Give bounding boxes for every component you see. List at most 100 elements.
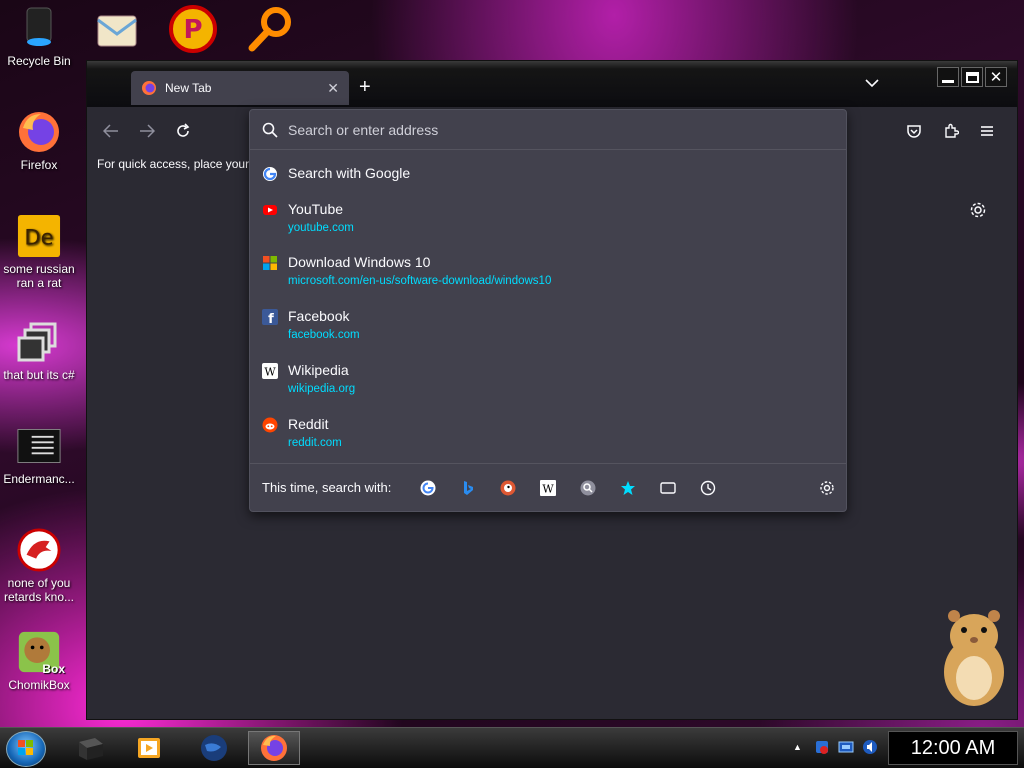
urlbar-popup: Search with Google YouTube youtube.com D… [249, 109, 847, 512]
pocket-icon [907, 125, 921, 138]
media-player-icon [138, 738, 160, 758]
tray-app-icon[interactable] [814, 739, 830, 755]
taskbar: ▲ 12:00 AM [0, 727, 1024, 768]
history-clock-icon[interactable] [699, 479, 717, 497]
menu-button[interactable] [975, 121, 999, 141]
desktop-icon-none-of-you[interactable]: none of you retards kno... [0, 528, 78, 604]
svg-text:De: De [24, 225, 53, 250]
svg-text:P: P [183, 15, 202, 45]
facebook-icon: f [262, 309, 278, 325]
start-button[interactable] [6, 731, 46, 767]
red-dragon-app-icon [17, 528, 61, 572]
suggestion-row[interactable]: YouTube youtube.com [250, 200, 846, 236]
back-button[interactable] [99, 121, 123, 141]
tray-expand-icon[interactable]: ▲ [793, 742, 802, 752]
desktop-icon-csharp[interactable]: that but its c# [0, 320, 78, 382]
windows-stack-icon [17, 320, 61, 364]
customize-gear-icon[interactable] [969, 201, 987, 224]
tab-title: New Tab [165, 81, 212, 95]
suggestion-title: Search with Google [288, 165, 411, 181]
clock-time: 12:00 AM [910, 736, 996, 759]
desktop-icon-recycle-bin[interactable]: Recycle Bin [0, 6, 78, 68]
forward-arrow-icon [140, 124, 155, 138]
suggestion-url: reddit.com [288, 437, 342, 449]
chomikbox-icon: Box [17, 630, 65, 676]
desktop-icon-endermanch[interactable]: Endermanc... [0, 424, 78, 486]
desktop-icon-mail[interactable] [92, 6, 142, 56]
taskbar-clock[interactable]: 12:00 AM [888, 731, 1018, 765]
desktop-icon-p-app[interactable]: P [168, 4, 218, 54]
suggestion-title: Wikipedia [288, 362, 349, 378]
envelope-icon [97, 15, 137, 47]
bookmarks-hint-text: For quick access, place your b [97, 157, 260, 171]
minimize-button[interactable] [937, 67, 959, 87]
de-app-icon: De [17, 214, 61, 258]
new-tab-button[interactable]: + [359, 73, 371, 101]
back-arrow-icon [103, 124, 118, 138]
suggestion-title: Download Windows 10 [288, 254, 431, 270]
close-window-button[interactable]: ✕ [985, 67, 1007, 87]
desktop-icon-label: ChomikBox [8, 678, 70, 692]
google-icon [263, 167, 277, 181]
magnifier-icon [248, 7, 291, 52]
tray-volume-icon[interactable] [862, 739, 878, 755]
svg-text:W: W [264, 366, 276, 379]
tabs-icon[interactable] [659, 479, 677, 497]
desktop-icon-ran-a-rat[interactable]: De some russian ran a rat [0, 214, 78, 290]
wikipedia-icon: W [262, 363, 278, 379]
search-settings-gear-icon[interactable] [818, 479, 836, 497]
taskbar-media-player[interactable] [124, 731, 176, 765]
desktop-icon-label: some russian ran a rat [3, 262, 75, 290]
suggestion-url: microsoft.com/en-us/software-download/wi… [288, 275, 552, 287]
suggestion-title: YouTube [288, 201, 344, 217]
firefox-icon [261, 735, 287, 761]
title-bar[interactable]: New Tab ✕ + ✕ [87, 61, 1017, 107]
bing-engine-icon[interactable] [459, 479, 477, 497]
tab-close-icon[interactable]: ✕ [327, 80, 339, 97]
maximize-button[interactable] [961, 67, 983, 87]
box-badge: Box [42, 662, 65, 676]
svg-text:W: W [542, 483, 554, 496]
suggestion-row[interactable]: f Facebook facebook.com [250, 307, 846, 343]
address-bar[interactable] [250, 110, 846, 150]
search-engine-icon[interactable] [579, 479, 597, 497]
desktop-icon-firefox[interactable]: Firefox [0, 110, 78, 172]
hamster-image [940, 606, 1008, 710]
duckduckgo-engine-icon[interactable] [499, 479, 517, 497]
address-input[interactable] [288, 120, 828, 140]
hamburger-icon [981, 126, 993, 136]
taskbar-firefox[interactable] [248, 731, 300, 765]
tab-new-tab[interactable]: New Tab ✕ [131, 71, 349, 105]
recycle-bin-icon [17, 6, 61, 50]
desktop-icon-search[interactable] [246, 4, 296, 54]
maximize-icon [965, 71, 979, 83]
microsoft-icon [263, 256, 277, 270]
suggestion-row[interactable]: W Wikipedia wikipedia.org [250, 361, 846, 397]
google-engine-icon[interactable] [419, 479, 437, 497]
suggestion-url: wikipedia.org [288, 383, 356, 395]
desktop-icon-label: Recycle Bin [7, 54, 71, 68]
svg-text:f: f [268, 312, 274, 325]
desktop-icon-label: none of you retards kno... [3, 576, 75, 604]
suggestion-row[interactable]: Reddit reddit.com [250, 415, 846, 451]
desktop-icon-label: Endermanc... [3, 472, 75, 486]
taskbar-globe[interactable] [188, 731, 240, 765]
trash-box-icon [79, 738, 103, 760]
desktop-icon-label: Firefox [20, 158, 58, 172]
p-letter-icon: P [169, 5, 217, 53]
minimize-icon [942, 79, 954, 83]
forward-button[interactable] [135, 121, 159, 141]
pocket-button[interactable] [902, 121, 926, 141]
reload-button[interactable] [171, 121, 195, 141]
suggestion-row[interactable]: Download Windows 10 microsoft.com/en-us/… [250, 253, 846, 289]
wikipedia-engine-icon[interactable]: W [539, 479, 557, 497]
firefox-tab-icon [142, 81, 156, 95]
extensions-button[interactable] [939, 121, 963, 141]
desktop-icon-chomikbox[interactable]: Box ChomikBox [0, 630, 78, 692]
puzzle-icon [945, 123, 959, 138]
tray-network-icon[interactable] [838, 739, 854, 755]
bookmarks-star-icon[interactable] [619, 479, 637, 497]
taskbar-recycle-bin[interactable] [64, 731, 116, 765]
list-all-tabs-chevron-icon[interactable] [865, 75, 879, 91]
suggestion-row[interactable]: Search with Google [250, 164, 846, 182]
